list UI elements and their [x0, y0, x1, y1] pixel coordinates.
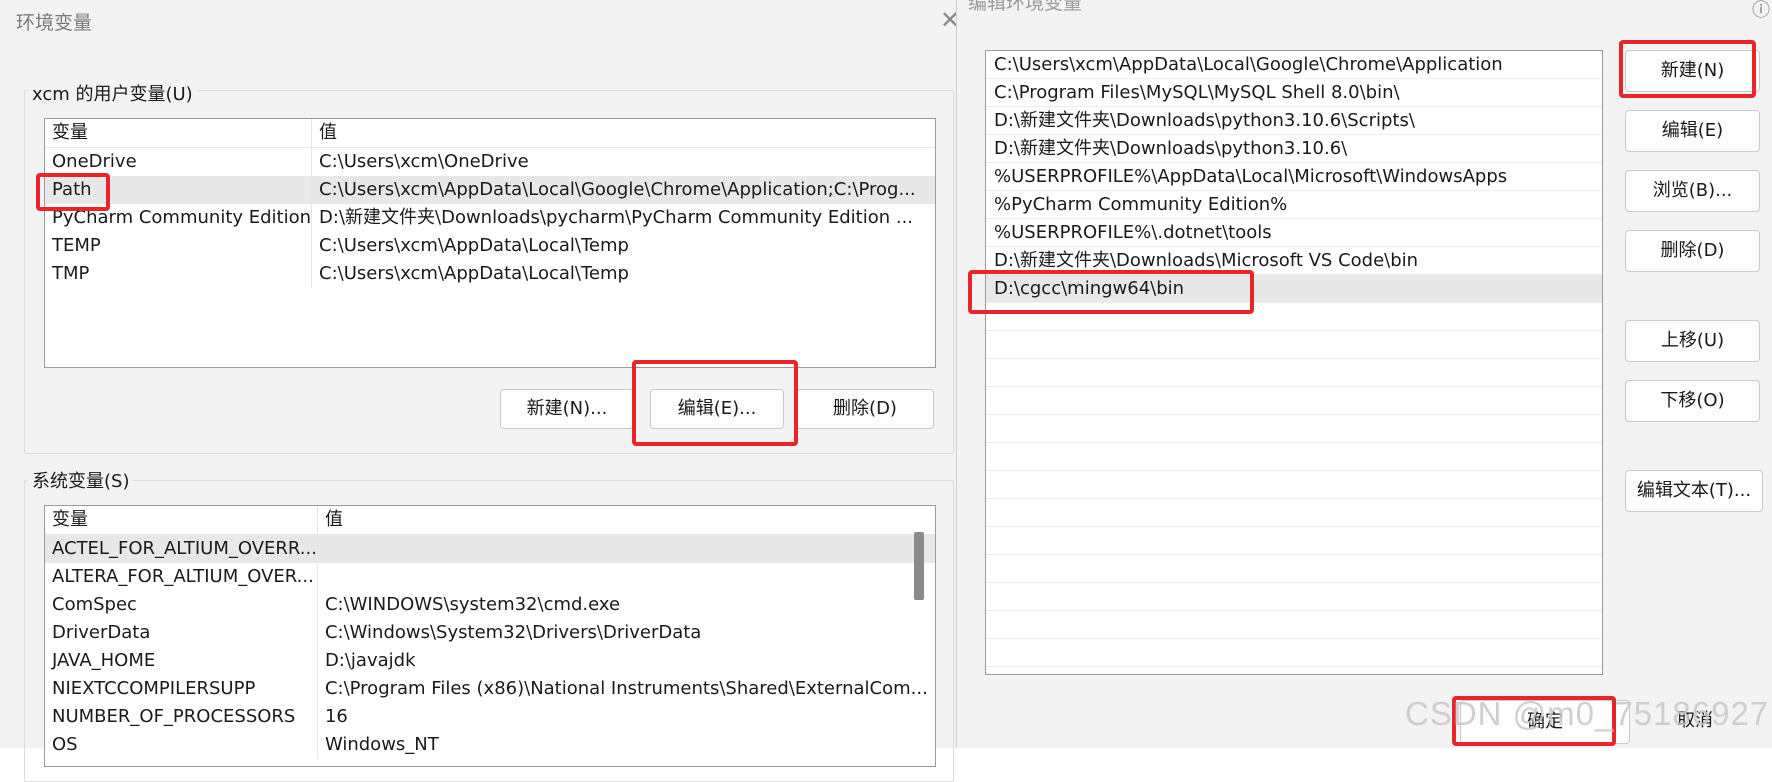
- empty-row[interactable]: [986, 303, 1602, 331]
- variable-value: [317, 563, 935, 591]
- variable-name: DriverData: [45, 619, 318, 647]
- empty-row[interactable]: [986, 331, 1602, 359]
- user-table-header: 变量 值: [45, 119, 935, 148]
- list-item[interactable]: %USERPROFILE%\.dotnet\tools: [986, 219, 1602, 247]
- variable-name: ACTEL_FOR_ALTIUM_OVERR...: [45, 534, 318, 563]
- list-item[interactable]: C:\Users\xcm\AppData\Local\Google\Chrome…: [986, 51, 1602, 79]
- variable-name: ALTERA_FOR_ALTIUM_OVER...: [45, 563, 318, 591]
- delete-path-button[interactable]: 删除(D): [1625, 230, 1760, 272]
- variable-value: C:\Users\xcm\OneDrive: [319, 151, 529, 172]
- variable-value: [317, 534, 935, 563]
- edit-text-button[interactable]: 编辑文本(T)...: [1625, 470, 1763, 512]
- variable-name: ComSpec: [45, 591, 318, 619]
- list-item-selected[interactable]: D:\cgcc\mingw64\bin: [986, 275, 1602, 303]
- variable-value: C:\Users\xcm\AppData\Local\Google\Chrome…: [311, 176, 935, 204]
- empty-row[interactable]: [986, 415, 1602, 443]
- variable-name: NUMBER_OF_PROCESSORS: [45, 703, 318, 731]
- column-header-value[interactable]: 值: [317, 506, 935, 535]
- list-item[interactable]: C:\Program Files\MySQL\MySQL Shell 8.0\b…: [986, 79, 1602, 107]
- variable-name: Path: [45, 176, 313, 204]
- table-row[interactable]: ACTEL_FOR_ALTIUM_OVERR...: [45, 534, 935, 563]
- scrollbar-thumb[interactable]: [914, 532, 924, 600]
- table-row[interactable]: ALTERA_FOR_ALTIUM_OVER...: [45, 563, 935, 591]
- empty-row[interactable]: [986, 527, 1602, 555]
- list-item[interactable]: %PyCharm Community Edition%: [986, 191, 1602, 219]
- table-row[interactable]: TEMP C:\Users\xcm\AppData\Local\Temp: [45, 232, 935, 260]
- column-header-variable[interactable]: 变量: [45, 119, 313, 148]
- list-item[interactable]: D:\新建文件夹\Downloads\Microsoft VS Code\bin: [986, 247, 1602, 275]
- variable-value: 16: [324, 706, 348, 727]
- move-down-button[interactable]: 下移(O): [1625, 380, 1760, 422]
- watermark: CSDN @m0_75186927: [1405, 695, 1770, 732]
- table-row[interactable]: OneDrive C:\Users\xcm\OneDrive: [45, 147, 935, 176]
- table-row[interactable]: TMP C:\Users\xcm\AppData\Local\Temp: [45, 260, 935, 288]
- table-row[interactable]: PyCharm Community Edition D:\新建文件夹\Downl…: [45, 204, 935, 232]
- variable-name: NIEXTCCOMPILERSUPP: [45, 675, 318, 703]
- variable-value: Windows_NT: [324, 734, 439, 755]
- variable-name: PyCharm Community Edition: [45, 204, 313, 232]
- new-path-button[interactable]: 新建(N): [1625, 50, 1760, 92]
- variable-value: C:\Users\xcm\AppData\Local\Temp: [319, 235, 629, 256]
- table-row[interactable]: JAVA_HOME D:\javajdk: [45, 647, 935, 675]
- dialog-title: 环境变量: [16, 12, 93, 34]
- list-item[interactable]: %USERPROFILE%\AppData\Local\Microsoft\Wi…: [986, 163, 1602, 191]
- table-row[interactable]: NIEXTCCOMPILERSUPP C:\Program Files (x86…: [45, 675, 935, 703]
- path-entries-list[interactable]: C:\Users\xcm\AppData\Local\Google\Chrome…: [985, 50, 1603, 675]
- column-header-value[interactable]: 值: [311, 119, 935, 148]
- table-row-path-selected[interactable]: Path C:\Users\xcm\AppData\Local\Google\C…: [45, 176, 935, 204]
- system-variables-list[interactable]: 变量 值 ACTEL_FOR_ALTIUM_OVERR... ALTERA_FO…: [44, 505, 936, 767]
- variable-value: D:\javajdk: [324, 650, 416, 671]
- variable-value: D:\新建文件夹\Downloads\pycharm\PyCharm Commu…: [319, 207, 914, 228]
- empty-row[interactable]: [986, 443, 1602, 471]
- user-delete-button[interactable]: 删除(D): [796, 389, 934, 429]
- empty-row[interactable]: [986, 639, 1602, 667]
- variable-value: C:\WINDOWS\system32\cmd.exe: [324, 594, 621, 615]
- column-header-variable[interactable]: 变量: [45, 506, 318, 535]
- variable-name: JAVA_HOME: [45, 647, 318, 675]
- empty-row[interactable]: [986, 471, 1602, 499]
- variable-name: TEMP: [45, 232, 313, 260]
- dialog-title: 编辑环境变量: [968, 0, 1083, 14]
- table-row[interactable]: DriverData C:\Windows\System32\Drivers\D…: [45, 619, 935, 647]
- edit-path-button[interactable]: 编辑(E): [1625, 110, 1760, 152]
- list-item[interactable]: D:\新建文件夹\Downloads\python3.10.6\: [986, 135, 1602, 163]
- empty-row[interactable]: [986, 359, 1602, 387]
- variable-name: OneDrive: [45, 147, 313, 176]
- empty-row[interactable]: [986, 583, 1602, 611]
- empty-row[interactable]: [986, 555, 1602, 583]
- empty-row[interactable]: [986, 499, 1602, 527]
- list-item[interactable]: D:\新建文件夹\Downloads\python3.10.6\Scripts\: [986, 107, 1602, 135]
- variable-name: OS: [45, 731, 318, 759]
- variable-value: C:\Users\xcm\AppData\Local\Temp: [319, 263, 629, 284]
- user-edit-button[interactable]: 编辑(E)...: [650, 389, 784, 429]
- empty-row[interactable]: [986, 387, 1602, 415]
- system-variables-label: 系统变量(S): [28, 467, 134, 493]
- user-variables-list[interactable]: 变量 值 OneDrive C:\Users\xcm\OneDrive Path…: [44, 118, 936, 368]
- table-row[interactable]: OS Windows_NT: [45, 731, 935, 759]
- browse-button[interactable]: 浏览(B)...: [1625, 170, 1760, 212]
- system-table-header: 变量 值: [45, 506, 935, 535]
- table-row[interactable]: NUMBER_OF_PROCESSORS 16: [45, 703, 935, 731]
- move-up-button[interactable]: 上移(U): [1625, 320, 1760, 362]
- info-icon: ⓘ: [1752, 0, 1770, 21]
- user-new-button[interactable]: 新建(N)...: [500, 389, 634, 429]
- variable-value: C:\Program Files (x86)\National Instrume…: [324, 678, 928, 699]
- table-row[interactable]: ComSpec C:\WINDOWS\system32\cmd.exe: [45, 591, 935, 619]
- variable-value: C:\Windows\System32\Drivers\DriverData: [324, 622, 702, 643]
- variable-name: TMP: [45, 260, 313, 288]
- user-variables-label: xcm 的用户变量(U): [28, 80, 197, 106]
- empty-row[interactable]: [986, 611, 1602, 639]
